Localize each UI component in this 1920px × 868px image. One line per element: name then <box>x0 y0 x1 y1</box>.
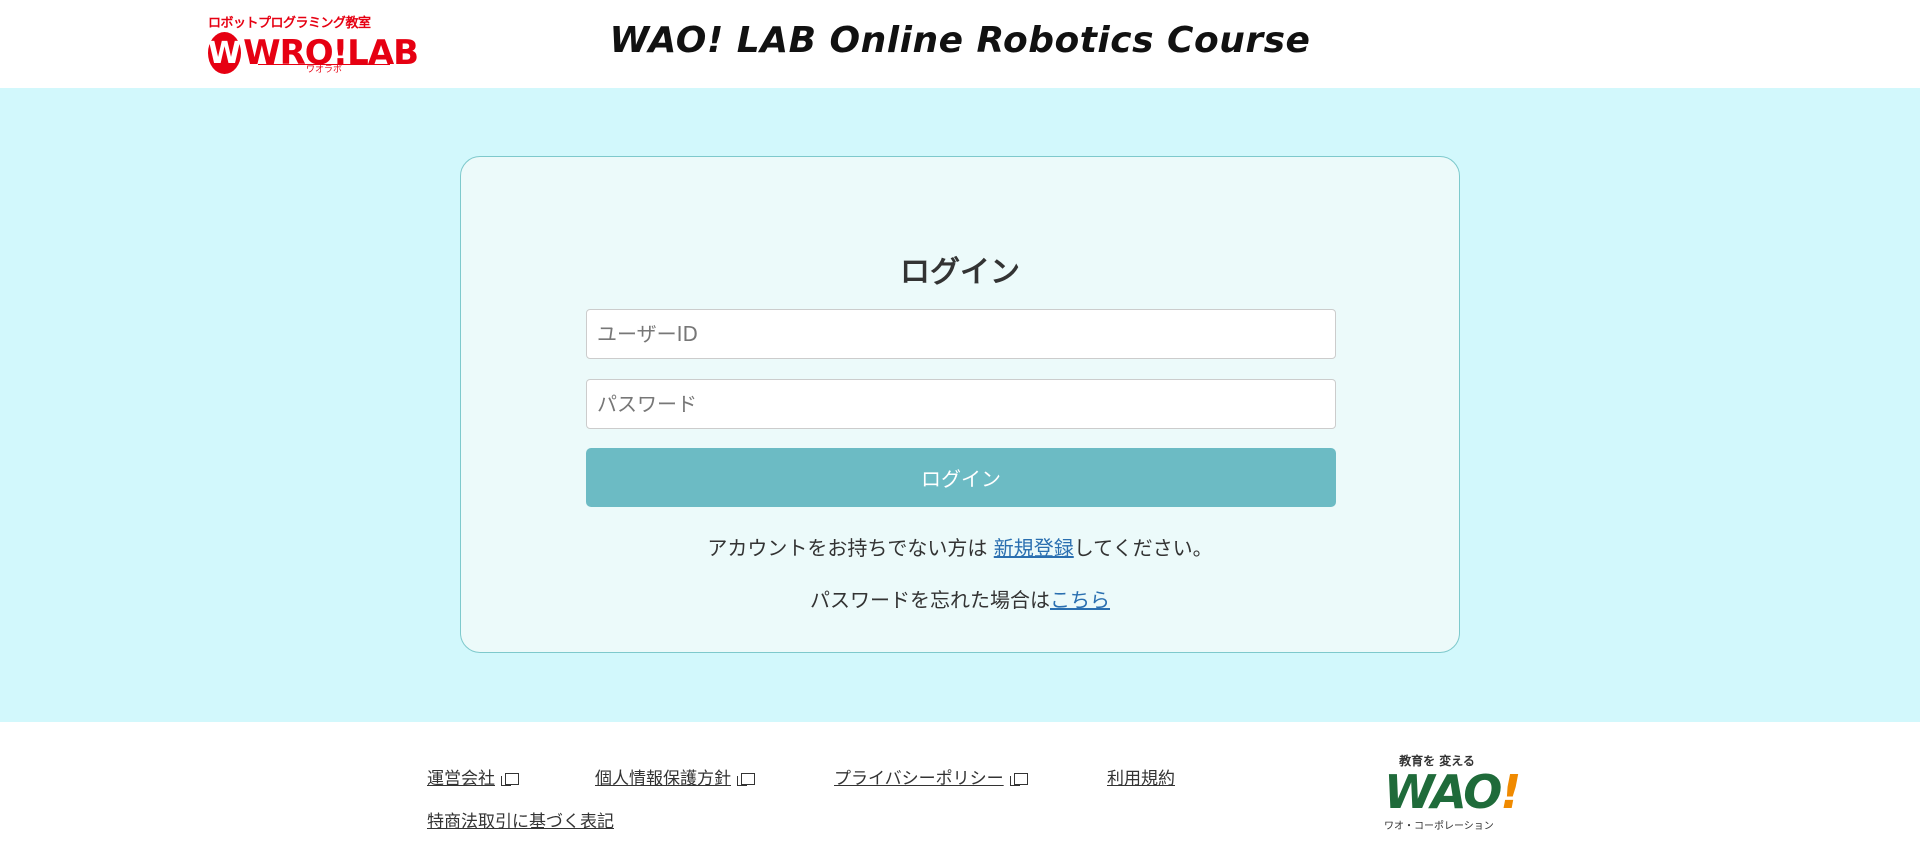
forgot-password-note: パスワードを忘れた場合はこちら <box>461 584 1459 613</box>
footer-link-label: 利用規約 <box>1107 769 1175 789</box>
footer-link-privacy-policy[interactable]: プライバシーポリシー <box>834 764 1028 789</box>
footer-link-terms[interactable]: 利用規約 <box>1107 764 1175 789</box>
register-prefix: アカウントをお持ちでない方は <box>707 536 988 560</box>
logo-subtext: ワオラボ <box>258 64 390 75</box>
site-title: WAO! LAB Online Robotics Course <box>609 20 1311 61</box>
footer-link-privacy-protection[interactable]: 個人情報保護方針 <box>595 764 755 789</box>
user-id-input[interactable] <box>586 309 1336 359</box>
wao-logo-subtext: ワオ・コーポレーション <box>1384 821 1494 832</box>
password-input[interactable] <box>586 379 1336 429</box>
footer-link-label: プライバシーポリシー <box>834 769 1004 789</box>
footer-link-company[interactable]: 運営会社 <box>427 764 519 789</box>
register-suffix: してください。 <box>1073 536 1213 560</box>
site-header: ロボットプログラミング教室 W WRO!LAB ワオラボ WAO! LAB On… <box>0 0 1920 88</box>
footer-link-commerce-law[interactable]: 特商法取引に基づく表記 <box>427 807 614 832</box>
register-link[interactable]: 新規登録 <box>994 536 1074 560</box>
footer-link-label: 特商法取引に基づく表記 <box>427 812 614 832</box>
footer-link-label: 個人情報保護方針 <box>595 769 731 789</box>
site-footer: 運営会社 個人情報保護方針 プライバシーポリシー 利用規約 特商法取引に基づく表… <box>0 722 1920 868</box>
register-note: アカウントをお持ちでない方は 新規登録してください。 <box>461 532 1459 561</box>
footer-link-label: 運営会社 <box>427 769 495 789</box>
login-heading: ログイン <box>900 255 1020 290</box>
external-window-icon <box>1009 773 1028 786</box>
forgot-password-link[interactable]: こちら <box>1050 588 1110 612</box>
main-area: ログイン ログイン アカウントをお持ちでない方は 新規登録してください。 パスワ… <box>0 88 1920 722</box>
external-window-icon <box>501 773 519 786</box>
wao-logo-wordmark: WAO! <box>1384 769 1521 815</box>
login-button[interactable]: ログイン <box>586 448 1336 507</box>
wao-corporation-logo[interactable]: 教育を 変える WAO! ワオ・コーポレーション <box>1384 752 1521 842</box>
external-window-icon <box>737 773 755 786</box>
login-card: ログイン ログイン アカウントをお持ちでない方は 新規登録してください。 パスワ… <box>460 156 1460 653</box>
wao-logo-letters: WAO <box>1384 765 1502 819</box>
forgot-prefix: パスワードを忘れた場合は <box>810 588 1050 612</box>
wao-logo-exclamation: ! <box>1500 765 1521 819</box>
